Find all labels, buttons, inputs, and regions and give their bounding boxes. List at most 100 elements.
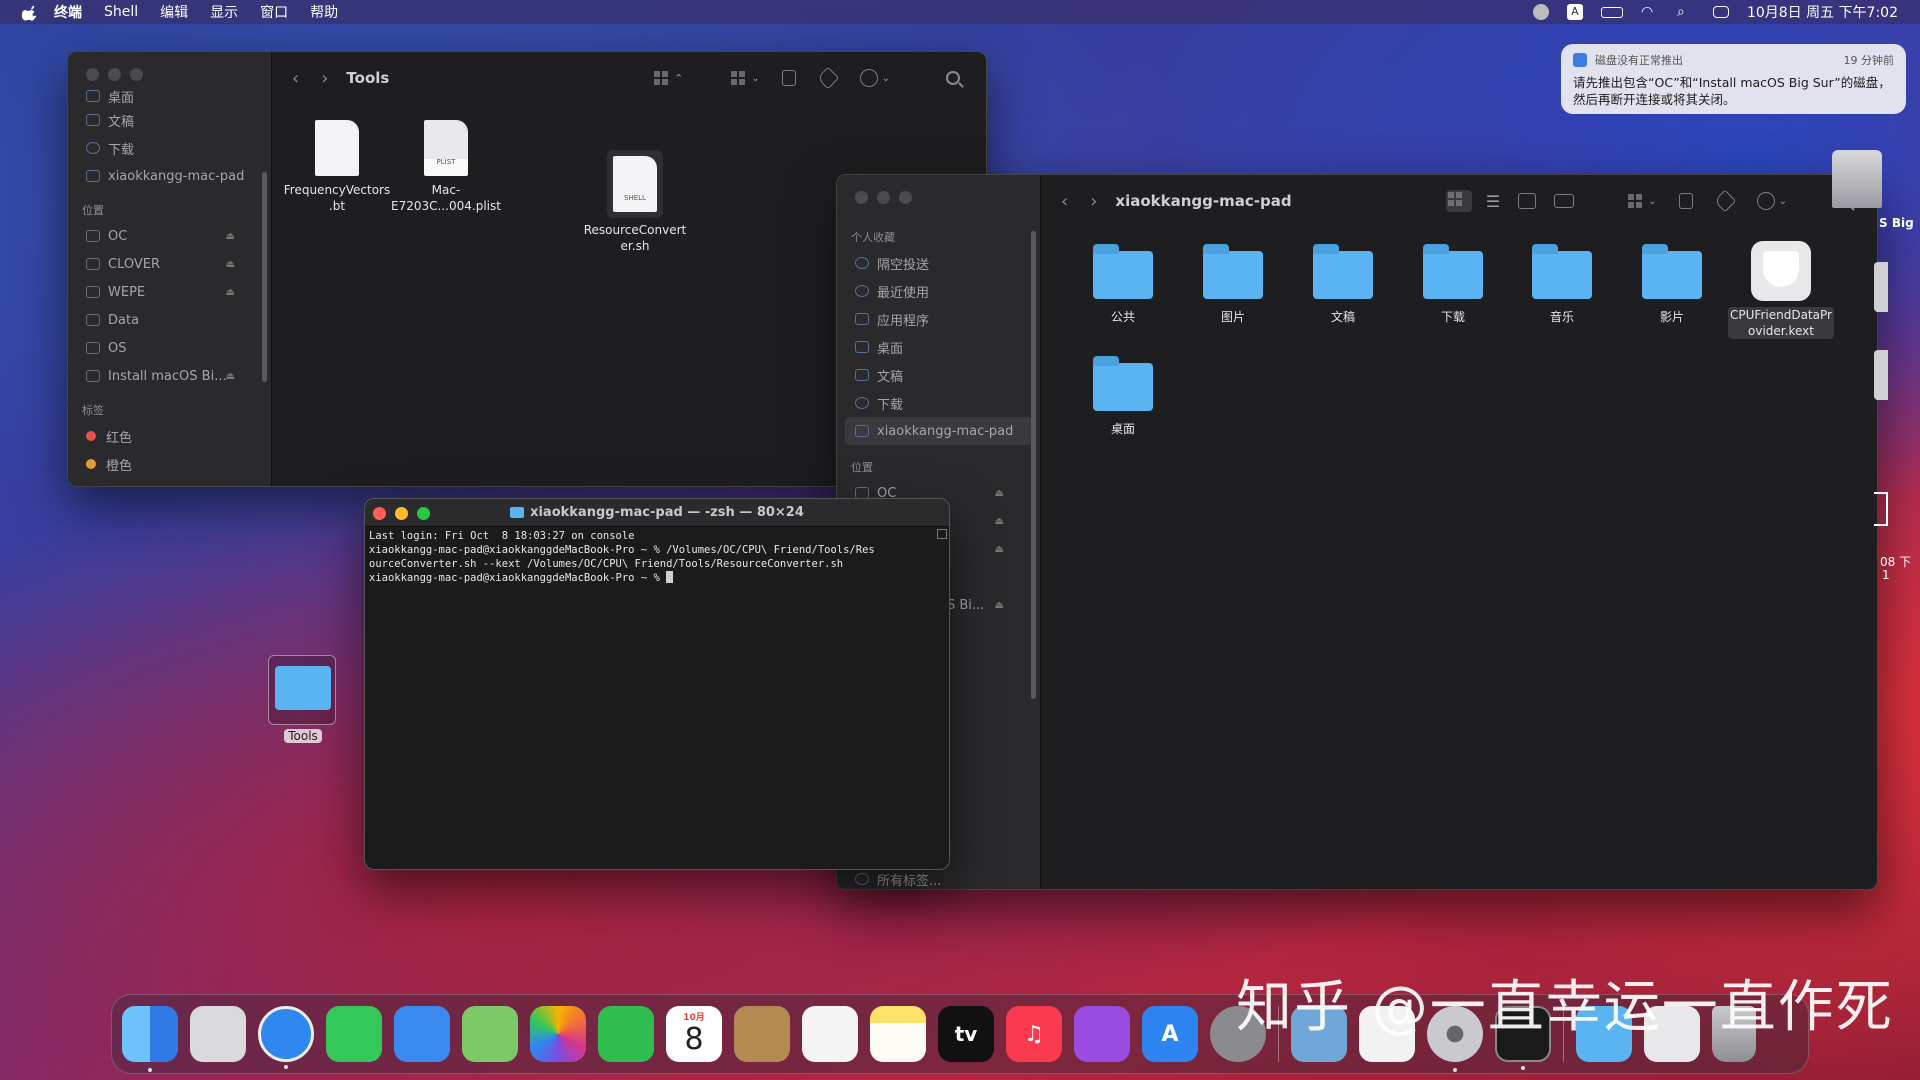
more-actions-icon[interactable]	[1756, 192, 1775, 210]
zoom-button[interactable]	[899, 191, 912, 204]
sidebar-scrollbar[interactable]	[1031, 231, 1036, 699]
control-center-icon[interactable]	[1712, 6, 1729, 18]
minimize-button[interactable]	[395, 507, 408, 520]
back-button[interactable]: ‹	[292, 68, 299, 89]
sidebar-item-airdrop[interactable]: 隔空投送	[837, 249, 1040, 277]
window-controls[interactable]	[86, 68, 143, 81]
sidebar-item-documents[interactable]: 文稿	[837, 361, 1040, 389]
reminders-icon[interactable]	[802, 1006, 858, 1062]
desktop-drive-icon[interactable]	[1874, 262, 1888, 312]
sidebar-item-clover[interactable]: CLOVER ⏏	[68, 250, 271, 278]
facetime-icon[interactable]	[598, 1006, 654, 1062]
sidebar-item-wepe[interactable]: WEPE ⏏	[68, 278, 271, 306]
minimize-button[interactable]	[877, 191, 890, 204]
folder-documents[interactable]: 文稿	[1288, 244, 1398, 325]
eject-icon[interactable]: ⏏	[995, 488, 1004, 499]
apple-menu-icon[interactable]	[22, 3, 40, 21]
column-view-icon[interactable]	[1518, 193, 1537, 209]
window-controls[interactable]	[855, 191, 912, 204]
safari-icon[interactable]	[258, 1006, 314, 1069]
sidebar-item-applications[interactable]: 应用程序	[837, 305, 1040, 333]
desktop-drive-icon[interactable]	[1874, 350, 1888, 400]
file-frequencyvectors[interactable]: FrequencyVectors .bt	[282, 120, 392, 214]
folder-public[interactable]: 公共	[1068, 244, 1178, 325]
desktop-drive-icon[interactable]	[1832, 150, 1882, 208]
minimize-button[interactable]	[108, 68, 121, 81]
chevron-down-icon[interactable]: ⌄	[1779, 196, 1787, 207]
notification-banner[interactable]: 磁盘没有正常推出 19 分钟前 请先推出包含“OC”和“Install macO…	[1561, 44, 1906, 114]
forward-button[interactable]: ›	[1090, 191, 1097, 212]
wifi-icon[interactable]: ◠	[1641, 4, 1659, 20]
menu-window[interactable]: 窗口	[260, 2, 288, 22]
folder-pictures[interactable]: 图片	[1178, 244, 1288, 325]
eject-icon[interactable]: ⏏	[995, 600, 1004, 611]
terminal-titlebar[interactable]: xiaokkangg-mac-pad — -zsh — 80×24	[365, 499, 949, 527]
close-button[interactable]	[373, 507, 386, 520]
photos-icon[interactable]	[530, 1006, 586, 1062]
sidebar-scrollbar[interactable]	[262, 172, 267, 382]
forward-button[interactable]: ›	[321, 68, 328, 89]
sidebar-tag-red[interactable]: 红色	[68, 422, 271, 450]
zoom-button[interactable]	[417, 507, 430, 520]
terminal-scrollbar[interactable]	[937, 529, 947, 539]
folder-desktop[interactable]: 桌面	[1068, 356, 1178, 437]
close-button[interactable]	[86, 68, 99, 81]
sidebar-item-data[interactable]: Data	[68, 306, 271, 334]
view-mode-icon[interactable]	[652, 69, 670, 87]
folder-movies[interactable]: 影片	[1617, 244, 1727, 325]
share-icon[interactable]	[781, 70, 796, 86]
sidebar-item-home[interactable]: xiaokkangg-mac-pad	[845, 417, 1032, 445]
eject-icon[interactable]: ⏏	[226, 259, 235, 270]
zoom-button[interactable]	[130, 68, 143, 81]
sidebar-item-install-macos[interactable]: Install macOS Bi... ⏏	[68, 362, 271, 390]
sidebar-item-downloads[interactable]: 下载	[837, 389, 1040, 417]
menu-edit[interactable]: 编辑	[160, 2, 188, 22]
sidebar-item-os[interactable]: OS	[68, 334, 271, 362]
mail-icon[interactable]	[394, 1006, 450, 1062]
sidebar-item-recents[interactable]: 最近使用	[837, 277, 1040, 305]
sidebar-item-documents[interactable]: 文稿	[68, 106, 271, 134]
eject-icon[interactable]: ⏏	[226, 287, 235, 298]
sidebar-item-desktop[interactable]: 桌面	[68, 86, 271, 106]
icon-view-icon[interactable]	[1445, 190, 1472, 212]
desktop-folder-tools[interactable]: Tools	[268, 655, 338, 744]
folder-music[interactable]: 音乐	[1507, 244, 1617, 325]
search-icon[interactable]	[946, 71, 960, 85]
tag-icon[interactable]	[1713, 189, 1736, 213]
file-kext[interactable]: CPUFriendDataPr ovider.kext	[1726, 241, 1836, 339]
eject-icon[interactable]: ⏏	[995, 516, 1004, 527]
chevron-down-icon[interactable]: ⌄	[882, 73, 890, 84]
view-mode-chevron-icon[interactable]: ⌃	[674, 72, 683, 85]
menu-app-name[interactable]: 终端	[54, 2, 82, 22]
list-view-icon[interactable]: ☰	[1486, 192, 1500, 211]
calendar-icon[interactable]: 10月 8	[666, 1006, 722, 1062]
tv-icon[interactable]: tv	[938, 1006, 994, 1062]
battery-icon[interactable]	[1600, 6, 1623, 18]
group-by-icon[interactable]	[1626, 192, 1644, 210]
sidebar-tag-orange[interactable]: 橙色	[68, 450, 271, 478]
notes-icon[interactable]	[870, 1006, 926, 1062]
file-resourceconverter[interactable]: SHELL ResourceConvert er.sh	[580, 150, 690, 254]
spotlight-search-icon[interactable]: ⌕	[1677, 4, 1695, 20]
file-plist[interactable]: PLIST Mac- E7203C...004.plist	[391, 120, 501, 214]
sidebar-item-downloads[interactable]: 下载	[68, 134, 271, 162]
window-controls[interactable]	[373, 507, 430, 520]
folder-downloads[interactable]: 下载	[1398, 244, 1508, 325]
sidebar-item-desktop[interactable]: 桌面	[837, 333, 1040, 361]
eject-icon[interactable]: ⏏	[226, 371, 235, 382]
eject-icon[interactable]: ⏏	[995, 544, 1004, 555]
back-button[interactable]: ‹	[1061, 191, 1068, 212]
appstore-icon[interactable]: A	[1142, 1006, 1198, 1062]
messages-icon[interactable]	[326, 1006, 382, 1062]
maps-icon[interactable]	[462, 1006, 518, 1062]
finder-icon[interactable]	[122, 1006, 178, 1072]
sidebar-item-home[interactable]: xiaokkangg-mac-pad	[68, 162, 271, 190]
sidebar-item-oc[interactable]: OC ⏏	[68, 222, 271, 250]
close-button[interactable]	[855, 191, 868, 204]
share-icon[interactable]	[1678, 193, 1693, 209]
terminal-output[interactable]: Last login: Fri Oct 8 18:03:27 on consol…	[369, 529, 933, 865]
eject-icon[interactable]: ⏏	[226, 231, 235, 242]
chevron-down-icon[interactable]: ⌄	[751, 73, 759, 84]
input-source-icon[interactable]: A	[1566, 4, 1583, 20]
menu-view[interactable]: 显示	[210, 2, 238, 22]
